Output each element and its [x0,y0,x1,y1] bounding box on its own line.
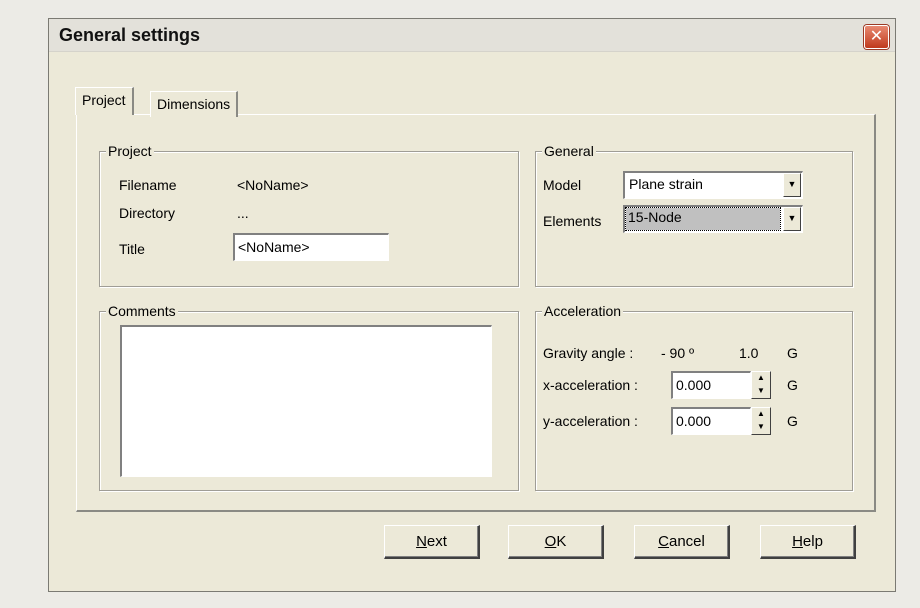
elements-select[interactable]: 15-Node ▼ [623,205,803,233]
next-label-rest: ext [426,533,447,550]
directory-label: Directory [119,205,176,221]
title-input-value: <NoName> [238,239,310,255]
filename-value: <NoName> [237,177,309,193]
ok-mnemonic: O [544,533,557,550]
help-button[interactable]: Help [760,525,856,559]
gravity-unit: G [787,345,798,361]
help-mnemonic: H [792,533,803,550]
spin-down-icon: ▼ [757,386,765,395]
close-icon: ✕ [869,28,884,45]
x-acceleration-spinner[interactable]: ▲ ▼ [751,371,771,399]
gravity-angle-value: - 90 º [661,345,695,361]
title-bar[interactable]: General settings ✕ [49,19,895,52]
ok-button[interactable]: OK [508,525,604,559]
cancel-button[interactable]: Cancel [634,525,730,559]
general-settings-dialog: General settings ✕ Project Dimensions Pr… [48,18,896,592]
next-mnemonic: N [416,533,427,550]
project-group-legend: Project [106,143,154,159]
general-group-legend: General [542,143,596,159]
chevron-down-icon: ▼ [787,213,797,223]
acceleration-group-legend: Acceleration [542,303,624,319]
acceleration-groupbox: Acceleration [535,303,853,491]
chevron-down-icon: ▼ [787,179,797,189]
dialog-title: General settings [59,25,201,45]
spin-up-icon: ▲ [757,373,765,382]
model-select[interactable]: Plane strain ▼ [623,171,803,199]
x-acceleration-label: x-acceleration : [543,377,638,393]
elements-select-value: 15-Node [625,207,781,231]
ok-label-rest: K [556,533,567,550]
x-acceleration-input[interactable]: 0.000 [671,371,751,399]
tab-dimensions[interactable]: Dimensions [150,91,239,117]
y-acceleration-label: y-acceleration : [543,413,638,429]
directory-value: ... [237,205,249,221]
y-acceleration-input[interactable]: 0.000 [671,407,751,435]
spin-down-icon: ▼ [757,422,765,431]
tab-project[interactable]: Project [75,87,134,115]
x-acceleration-value: 0.000 [676,377,712,393]
comments-textarea[interactable] [120,325,492,477]
comments-group-legend: Comments [106,303,178,319]
title-label: Title [119,241,145,257]
x-acceleration-unit: G [787,377,798,393]
model-label: Model [543,177,582,193]
cancel-label-rest: ancel [668,533,705,550]
title-input[interactable]: <NoName> [233,233,389,261]
tab-dimensions-label: Dimensions [157,96,231,112]
elements-dropdown-button[interactable]: ▼ [783,207,801,231]
spin-up-icon: ▲ [757,409,765,418]
model-dropdown-button[interactable]: ▼ [783,173,801,197]
model-select-value: Plane strain [625,173,783,198]
y-acceleration-value: 0.000 [676,413,712,429]
gravity-value: 1.0 [739,345,759,361]
next-button[interactable]: Next [384,525,480,559]
filename-label: Filename [119,177,177,193]
gravity-angle-label: Gravity angle : [543,345,634,361]
tab-project-label: Project [82,92,126,108]
y-acceleration-unit: G [787,413,798,429]
help-label-rest: elp [802,533,823,550]
y-acceleration-spinner[interactable]: ▲ ▼ [751,407,771,435]
cancel-mnemonic: C [658,533,669,550]
close-button[interactable]: ✕ [864,25,889,49]
elements-label: Elements [543,213,602,229]
